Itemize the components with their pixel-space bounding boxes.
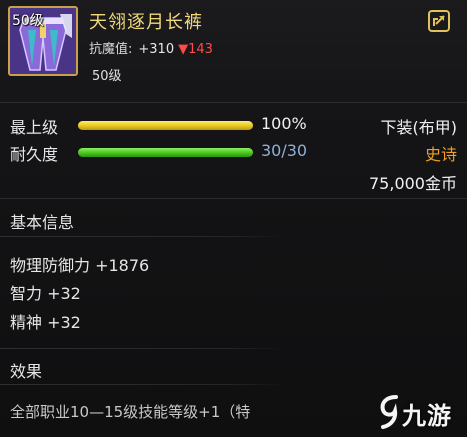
- grade-label: 最上级: [10, 118, 59, 137]
- price-label: 75,000金币: [369, 174, 457, 193]
- rarity-label: 史诗: [424, 145, 457, 164]
- resist-plus: +310: [138, 42, 175, 57]
- resist-minus: ▼143: [178, 42, 213, 57]
- durability-label: 耐久度: [10, 145, 59, 164]
- resist-label: 抗魔值:: [89, 42, 133, 57]
- effect-underline: [0, 384, 285, 385]
- item-tooltip: 50级 天翎逐月长裤 抗魔值: +310 ▼143 50级 最上级 100% 下装(…: [0, 0, 467, 437]
- jiuyou-logo-icon: [380, 395, 398, 429]
- header-divider: [0, 102, 467, 103]
- basic-info-underline: [0, 236, 285, 237]
- effect-title: 效果: [10, 362, 43, 381]
- item-header: 50级 天翎逐月长裤 抗魔值: +310 ▼143 50级: [0, 0, 467, 100]
- share-icon: [433, 15, 445, 26]
- attr-line: 精神 +32: [10, 313, 81, 332]
- durability-bar-fill: [78, 148, 253, 157]
- watermark-text: 九游: [402, 402, 452, 430]
- stats-divider: [0, 198, 467, 199]
- required-level: 50级: [92, 69, 122, 84]
- basic-info-title: 基本信息: [10, 213, 75, 232]
- effect-divider: [0, 348, 285, 349]
- durability-bar: [78, 148, 253, 157]
- slot-type: 下装(布甲): [380, 118, 458, 137]
- share-button[interactable]: [428, 10, 450, 32]
- grade-bar-fill: [78, 121, 253, 130]
- watermark: 九游: [378, 392, 462, 432]
- grade-bar: [78, 121, 253, 130]
- effect-text: 全部职业10—15级技能等级+1（特: [10, 403, 251, 421]
- attr-line: 智力 +32: [10, 284, 81, 303]
- item-icon-frame: 50级: [8, 6, 78, 76]
- durability-value: 30/30: [261, 141, 308, 160]
- resist-row: 抗魔值: +310 ▼143: [89, 38, 213, 57]
- item-level-tag: 50级: [12, 13, 44, 29]
- item-name: 天翎逐月长裤: [89, 12, 203, 33]
- attr-line: 物理防御力 +1876: [10, 256, 150, 275]
- grade-value: 100%: [261, 114, 307, 133]
